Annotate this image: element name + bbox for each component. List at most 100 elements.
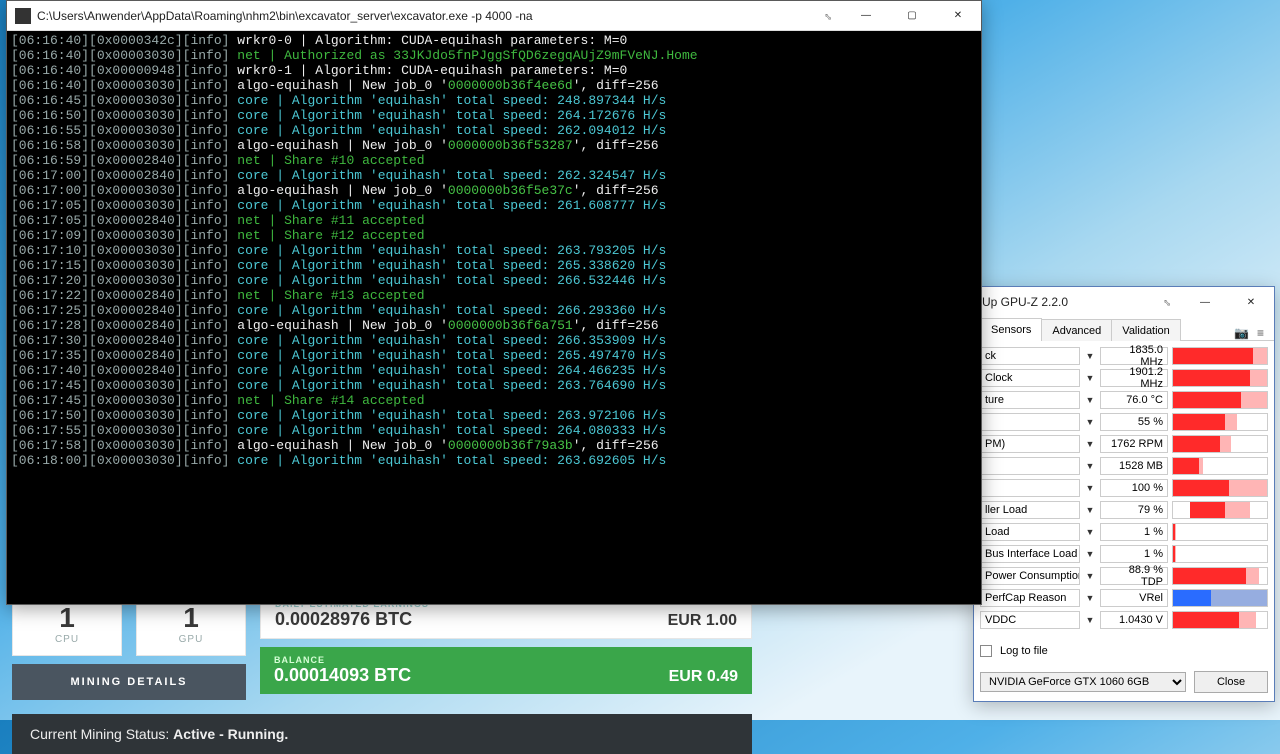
sensor-name[interactable]: PerfCap Reason [980, 589, 1080, 607]
minimize-button[interactable]: — [1182, 288, 1228, 317]
balance-eur: EUR 0.49 [669, 668, 738, 686]
gpu-label: GPU [179, 634, 204, 645]
chevron-down-icon[interactable]: ▼ [1084, 593, 1096, 603]
camera-icon[interactable]: 📷 [1234, 326, 1249, 340]
mining-details-button[interactable]: MINING DETAILS [12, 664, 246, 700]
chevron-down-icon[interactable]: ▼ [1084, 351, 1096, 361]
tab-advanced[interactable]: Advanced [1041, 319, 1112, 341]
sensor-value[interactable]: 1 % [1100, 523, 1168, 541]
balance-btc: 0.00014093 BTC [274, 665, 669, 686]
status-prefix: Current Mining Status: [30, 726, 173, 742]
sensor-row: PM) ▼ 1762 RPM [980, 433, 1268, 455]
sensor-name[interactable]: Clock [980, 369, 1080, 387]
minimize-button[interactable]: — [843, 1, 889, 30]
sensor-row: ▼ 1528 MB [980, 455, 1268, 477]
sensor-row: PerfCap Reason ▼ VRel [980, 587, 1268, 609]
sensor-name[interactable]: PM) [980, 435, 1080, 453]
chevron-down-icon[interactable]: ▼ [1084, 461, 1096, 471]
cpu-label: CPU [55, 634, 79, 645]
sensor-name[interactable]: ck [980, 347, 1080, 365]
miner-panel: 1 CPU 1 GPU MINING DETAILS DAILY ESTIMAT… [12, 590, 752, 754]
sensor-graph[interactable] [1172, 435, 1268, 453]
chevron-down-icon[interactable]: ▼ [1084, 615, 1096, 625]
sensor-name[interactable] [980, 479, 1080, 497]
balance-box: BALANCE 0.00014093 BTC EUR 0.49 [260, 647, 752, 694]
maximize-button[interactable]: ▢ [889, 1, 935, 30]
gpuz-titlebar[interactable]: Up GPU-Z 2.2.0 ⇔ — ✕ [974, 287, 1274, 317]
sensor-name[interactable] [980, 457, 1080, 475]
sensor-value[interactable]: 55 % [1100, 413, 1168, 431]
sensor-value[interactable]: 1528 MB [1100, 457, 1168, 475]
sensor-name[interactable]: Power Consumption [980, 567, 1080, 585]
chevron-down-icon[interactable]: ▼ [1084, 483, 1096, 493]
sensor-name[interactable]: ller Load [980, 501, 1080, 519]
close-button[interactable]: ✕ [1228, 288, 1274, 317]
sensor-value[interactable]: 1762 RPM [1100, 435, 1168, 453]
sensor-value[interactable]: 79 % [1100, 501, 1168, 519]
console-titlebar[interactable]: C:\Users\Anwender\AppData\Roaming\nhm2\b… [7, 1, 981, 31]
gpuz-window: Up GPU-Z 2.2.0 ⇔ — ✕ Sensors Advanced Va… [973, 286, 1275, 702]
sensor-graph[interactable] [1172, 589, 1268, 607]
mining-status-bar: Current Mining Status: Active - Running. [12, 714, 752, 754]
sensor-name[interactable]: Load [980, 523, 1080, 541]
sensor-name[interactable] [980, 413, 1080, 431]
tab-sensors[interactable]: Sensors [980, 318, 1042, 341]
sensor-value[interactable]: 1 % [1100, 545, 1168, 563]
sensor-name[interactable]: VDDC [980, 611, 1080, 629]
console-window: C:\Users\Anwender\AppData\Roaming\nhm2\b… [6, 0, 982, 605]
sensor-value[interactable]: 1901.2 MHz [1100, 369, 1168, 387]
sensor-row: ▼ 100 % [980, 477, 1268, 499]
sensor-graph[interactable] [1172, 391, 1268, 409]
sensor-row: ▼ 55 % [980, 411, 1268, 433]
sensor-value[interactable]: 1.0430 V [1100, 611, 1168, 629]
sensor-graph[interactable] [1172, 369, 1268, 387]
gpuz-tabs: Sensors Advanced Validation 📷 ≡ [974, 317, 1274, 341]
sensor-graph[interactable] [1172, 413, 1268, 431]
sensor-value[interactable]: 76.0 °C [1100, 391, 1168, 409]
sensor-graph[interactable] [1172, 545, 1268, 563]
sensor-graph[interactable] [1172, 347, 1268, 365]
sensor-value[interactable]: 1835.0 MHz [1100, 347, 1168, 365]
gpuz-title: Up GPU-Z 2.2.0 [982, 295, 1162, 309]
sensor-value[interactable]: VRel [1100, 589, 1168, 607]
sensor-row: Load ▼ 1 % [980, 521, 1268, 543]
tab-validation[interactable]: Validation [1111, 319, 1181, 341]
cpu-count: 1 [59, 602, 75, 634]
sensor-name[interactable]: ture [980, 391, 1080, 409]
sensor-graph[interactable] [1172, 523, 1268, 541]
sensor-row: Clock ▼ 1901.2 MHz [980, 367, 1268, 389]
menu-icon[interactable]: ≡ [1257, 326, 1264, 340]
sensor-value[interactable]: 100 % [1100, 479, 1168, 497]
daily-earnings-btc: 0.00028976 BTC [275, 609, 668, 630]
chevron-down-icon[interactable]: ▼ [1084, 417, 1096, 427]
sensor-row: ture ▼ 76.0 °C [980, 389, 1268, 411]
gpuz-sensor-list: ck ▼ 1835.0 MHz Clock ▼ 1901.2 MHz ture ▼ 76.0 °… [974, 341, 1274, 639]
console-app-icon [15, 8, 31, 24]
chevron-down-icon[interactable]: ▼ [1084, 571, 1096, 581]
chevron-down-icon[interactable]: ▼ [1084, 505, 1096, 515]
sensor-value[interactable]: 88.9 % TDP [1100, 567, 1168, 585]
chevron-down-icon[interactable]: ▼ [1084, 395, 1096, 405]
gpu-count: 1 [183, 602, 199, 634]
gpu-select[interactable]: NVIDIA GeForce GTX 1060 6GB [980, 672, 1186, 692]
balance-title: BALANCE [274, 655, 669, 665]
chevron-down-icon[interactable]: ▼ [1084, 549, 1096, 559]
close-button[interactable]: ✕ [935, 1, 981, 30]
sensor-graph[interactable] [1172, 479, 1268, 497]
sensor-graph[interactable] [1172, 567, 1268, 585]
log-to-file-label: Log to file [1000, 645, 1048, 657]
sensor-graph[interactable] [1172, 501, 1268, 519]
chevron-down-icon[interactable]: ▼ [1084, 439, 1096, 449]
console-output[interactable]: [06:16:40][0x0000342c][info] wrkr0-0 | A… [7, 31, 981, 604]
status-value: Active - Running. [173, 726, 288, 742]
sensor-graph[interactable] [1172, 611, 1268, 629]
sensor-row: Power Consumption ▼ 88.9 % TDP [980, 565, 1268, 587]
sensor-graph[interactable] [1172, 457, 1268, 475]
gpuz-close-button[interactable]: Close [1194, 671, 1268, 693]
sensor-row: ller Load ▼ 79 % [980, 499, 1268, 521]
chevron-down-icon[interactable]: ▼ [1084, 527, 1096, 537]
log-to-file-checkbox[interactable] [980, 645, 992, 657]
sensor-name[interactable]: Bus Interface Load [980, 545, 1080, 563]
chevron-down-icon[interactable]: ▼ [1084, 373, 1096, 383]
daily-earnings-eur: EUR 1.00 [668, 612, 737, 630]
